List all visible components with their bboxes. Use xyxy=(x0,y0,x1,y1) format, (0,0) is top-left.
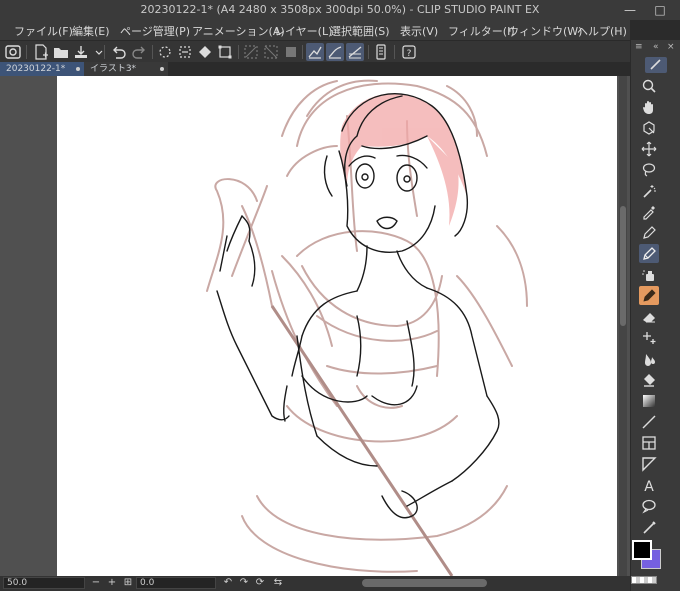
move-icon[interactable] xyxy=(639,139,659,158)
help-icon[interactable]: ? xyxy=(400,43,418,61)
brush-icon[interactable] xyxy=(639,286,659,305)
show-selection-icon[interactable] xyxy=(282,43,300,61)
tab-document-1[interactable]: 20230122-1* xyxy=(0,62,84,76)
snap-grid-icon[interactable] xyxy=(346,43,364,61)
reset-rotation-icon[interactable]: ⟳ xyxy=(254,577,266,589)
menu-window[interactable]: ウィンドウ(W) xyxy=(508,23,582,39)
app-logo-icon[interactable] xyxy=(4,43,22,61)
document-area xyxy=(0,76,630,576)
vertical-scrollbar[interactable] xyxy=(619,76,627,576)
magnifier-icon[interactable] xyxy=(639,76,659,95)
zoom-out-button[interactable]: − xyxy=(90,577,102,589)
clear-icon[interactable] xyxy=(156,43,174,61)
menu-view[interactable]: 表示(V) xyxy=(400,23,438,39)
fill-selection-icon[interactable] xyxy=(196,43,214,61)
minimize-button[interactable]: — xyxy=(622,2,638,18)
invert-selection-icon[interactable] xyxy=(262,43,280,61)
clear-outside-icon[interactable] xyxy=(176,43,194,61)
pencil-icon[interactable] xyxy=(639,244,659,263)
menu-selection[interactable]: 選択範囲(S) xyxy=(330,23,390,39)
menu-filter[interactable]: フィルター(I) xyxy=(448,23,515,39)
tab-close-icon[interactable] xyxy=(160,67,164,71)
line-icon[interactable] xyxy=(639,412,659,431)
panel-close-icon[interactable]: × xyxy=(667,42,675,52)
zoom-in-button[interactable]: + xyxy=(106,577,118,589)
new-file-icon[interactable] xyxy=(32,43,50,61)
decoration-icon[interactable] xyxy=(639,328,659,347)
main-color-swatch[interactable] xyxy=(632,540,652,560)
snap-special-ruler-icon[interactable] xyxy=(326,43,344,61)
rotate-left-icon[interactable]: ↶ xyxy=(222,577,234,589)
zoom-field[interactable]: 50.0 xyxy=(3,577,85,589)
menu-file[interactable]: ファイル(F) xyxy=(14,23,73,39)
open-folder-icon[interactable] xyxy=(52,43,70,61)
panel-collapse-icon[interactable]: « xyxy=(653,42,659,52)
svg-text:A: A xyxy=(644,479,654,493)
fill-icon[interactable] xyxy=(639,370,659,389)
tab-label: 20230122-1* xyxy=(6,64,66,74)
blend-icon[interactable] xyxy=(639,349,659,368)
fit-icon[interactable]: ⊞ xyxy=(122,577,134,589)
command-bar: ? xyxy=(0,40,630,62)
ruler-icon[interactable] xyxy=(639,454,659,473)
save-icon[interactable] xyxy=(72,43,90,61)
menu-bar: ファイル(F) 編集(E) ページ管理(P) アニメーション(A) レイヤー(L… xyxy=(0,20,630,40)
frame-icon[interactable] xyxy=(639,433,659,452)
rotation-field[interactable]: 0.0 xyxy=(136,577,216,589)
window-title: 20230122-1* (A4 2480 x 3508px 300dpi 50.… xyxy=(140,3,540,16)
save-dropdown-icon[interactable] xyxy=(90,43,103,61)
flip-icon[interactable]: ⇆ xyxy=(272,577,284,589)
drawing-canvas[interactable] xyxy=(57,76,617,576)
airbrush-icon[interactable] xyxy=(639,265,659,284)
snap-ruler-icon[interactable] xyxy=(306,43,324,61)
deselect-icon[interactable] xyxy=(242,43,260,61)
correct-line-icon[interactable] xyxy=(639,517,659,536)
eraser-icon[interactable] xyxy=(639,307,659,326)
document-tab-bar: 20230122-1* イラスト3* xyxy=(0,62,168,76)
panel-menu-icon[interactable]: ≡ xyxy=(635,42,643,52)
menu-edit[interactable]: 編集(E) xyxy=(72,23,110,39)
transparent-color-swatch[interactable] xyxy=(631,576,657,584)
balloon-icon[interactable] xyxy=(639,496,659,515)
horizontal-scrollbar-thumb[interactable] xyxy=(362,579,487,587)
menu-help[interactable]: ヘルプ(H) xyxy=(577,23,627,39)
tab-document-2[interactable]: イラスト3* xyxy=(84,62,168,76)
lasso-icon[interactable] xyxy=(639,160,659,179)
tab-label: イラスト3* xyxy=(90,64,137,74)
tab-close-icon[interactable] xyxy=(76,67,80,71)
maximize-button[interactable]: □ xyxy=(652,2,668,18)
undo-icon[interactable] xyxy=(110,43,128,61)
tool-palette: ≡ « × A xyxy=(630,40,680,591)
transform-icon[interactable] xyxy=(216,43,234,61)
wand-icon[interactable] xyxy=(639,181,659,200)
eyedropper-icon[interactable] xyxy=(639,202,659,221)
menu-animation[interactable]: アニメーション(A) xyxy=(192,23,285,39)
vertical-scrollbar-thumb[interactable] xyxy=(620,206,626,326)
hand-icon[interactable] xyxy=(639,97,659,116)
redo-icon[interactable] xyxy=(130,43,148,61)
smartphone-sync-icon[interactable] xyxy=(372,43,390,61)
gradient-icon[interactable] xyxy=(639,391,659,410)
pen-icon[interactable] xyxy=(639,223,659,242)
menu-page[interactable]: ページ管理(P) xyxy=(120,23,190,39)
rotate-right-icon[interactable]: ↷ xyxy=(238,577,250,589)
color-indicator xyxy=(631,536,680,591)
status-bar: 50.0 − + ⊞ 0.0 ↶ ↷ ⟳ ⇆ xyxy=(0,576,630,591)
sub-tool-brush-icon[interactable] xyxy=(645,57,667,73)
menu-layer[interactable]: レイヤー(L) xyxy=(274,23,332,39)
svg-text:?: ? xyxy=(407,49,412,59)
rotate-icon[interactable] xyxy=(639,118,659,137)
sketch-artwork xyxy=(206,79,528,576)
text-icon[interactable]: A xyxy=(639,475,659,494)
title-bar: 20230122-1* (A4 2480 x 3508px 300dpi 50.… xyxy=(0,0,680,20)
